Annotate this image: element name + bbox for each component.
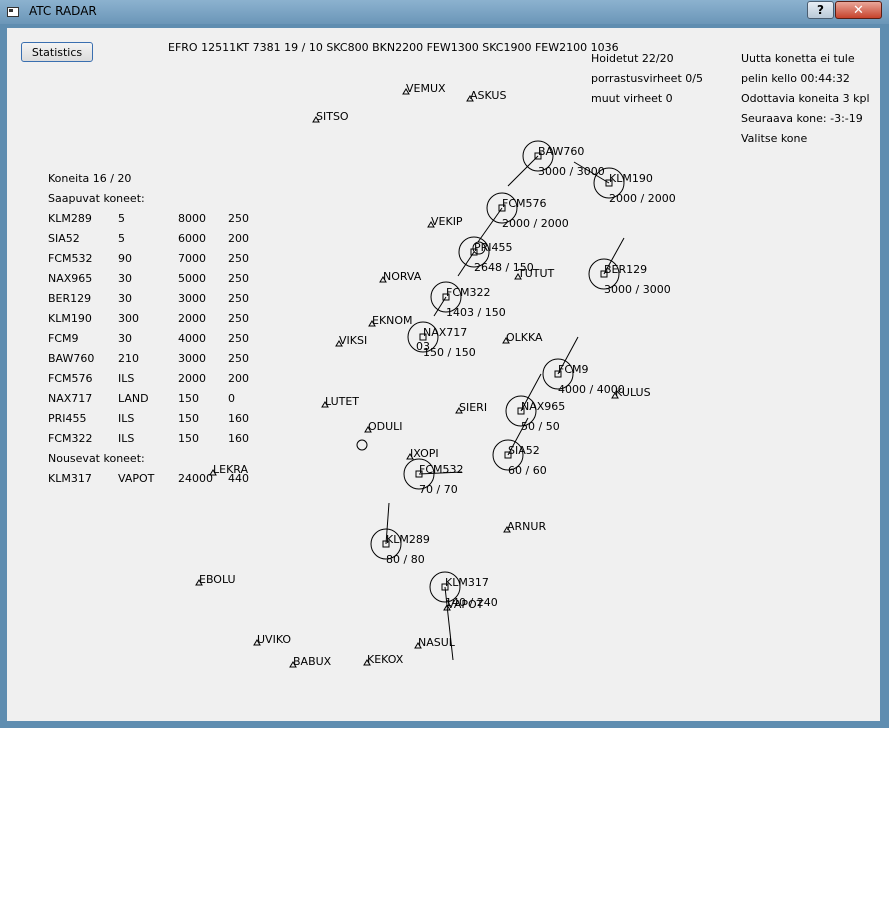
aircraft-altitude: 2000 / 2000	[502, 217, 569, 230]
waypoint-label: KEKOX	[367, 653, 404, 666]
aircraft-callsign: FCM322	[446, 286, 491, 299]
empty-track-circle[interactable]	[356, 439, 368, 451]
aircraft-altitude: 4000 / 4000	[558, 383, 625, 396]
radar-scope[interactable]: VEMUXASKUSSITSOVEKIPTUTUTNORVAEKNOMVIKSI…	[0, 0, 889, 728]
aircraft-callsign: KLM190	[609, 172, 653, 185]
waypoint-label: BABUX	[293, 655, 332, 668]
waypoint-label: UVIKO	[257, 633, 291, 646]
aircraft-altitude: 70 / 70	[419, 483, 458, 496]
waypoint-label: SITSO	[316, 110, 349, 123]
waypoint-label: VIKSI	[339, 334, 367, 347]
app-window: ATC RADAR ? ✕ Statistics EFRO 12511KT 73…	[0, 0, 889, 728]
aircraft-altitude: 2000 / 2000	[609, 192, 676, 205]
aircraft-callsign: FCM532	[419, 463, 464, 476]
waypoint-label: EKNOM	[372, 314, 413, 327]
aircraft-altitude: 2648 / 150	[474, 261, 534, 274]
aircraft-callsign: BAW760	[538, 145, 584, 158]
aircraft-altitude: 60 / 60	[508, 464, 547, 477]
aircraft-altitude: 3000 / 3000	[538, 165, 605, 178]
waypoint-label: SIERI	[459, 401, 487, 414]
aircraft-vector-line	[507, 155, 539, 187]
waypoint-label: EBOLU	[199, 573, 236, 586]
waypoint-label: ARNUR	[507, 520, 546, 533]
waypoint-label: ASKUS	[470, 89, 506, 102]
waypoint-label: ODULI	[368, 420, 403, 433]
aircraft-callsign: FCM576	[502, 197, 547, 210]
waypoint-label: VEMUX	[406, 82, 446, 95]
aircraft-altitude: 1403 / 150	[446, 306, 506, 319]
waypoint-label: LEKRA	[213, 463, 248, 476]
aircraft-callsign: FCM9	[558, 363, 589, 376]
aircraft-callsign: PRI455	[474, 241, 513, 254]
aircraft-altitude: 50 / 50	[521, 420, 560, 433]
waypoint-label: OLKKA	[506, 331, 543, 344]
waypoint-label: LUTET	[325, 395, 359, 408]
aircraft-altitude: 140 / 240	[445, 596, 498, 609]
waypoint-label: IXOPI	[410, 447, 439, 460]
waypoint-label: VEKIP	[431, 215, 463, 228]
aircraft-altitude: 80 / 80	[386, 553, 425, 566]
aircraft-vector-line	[457, 251, 475, 277]
aircraft-callsign: KLM289	[386, 533, 430, 546]
aircraft-callsign: KLM317	[445, 576, 489, 589]
aircraft-altitude: 3000 / 3000	[604, 283, 671, 296]
waypoint-label: NORVA	[383, 270, 422, 283]
aircraft-altitude: 150 / 150	[423, 346, 476, 359]
aircraft-vector-line	[477, 207, 503, 243]
aircraft-callsign: SIA52	[508, 444, 540, 457]
aircraft-callsign: BER129	[604, 263, 647, 276]
overlap-label: 03	[416, 340, 430, 353]
aircraft-callsign: NAX717	[423, 326, 467, 339]
aircraft-callsign: NAX965	[521, 400, 565, 413]
